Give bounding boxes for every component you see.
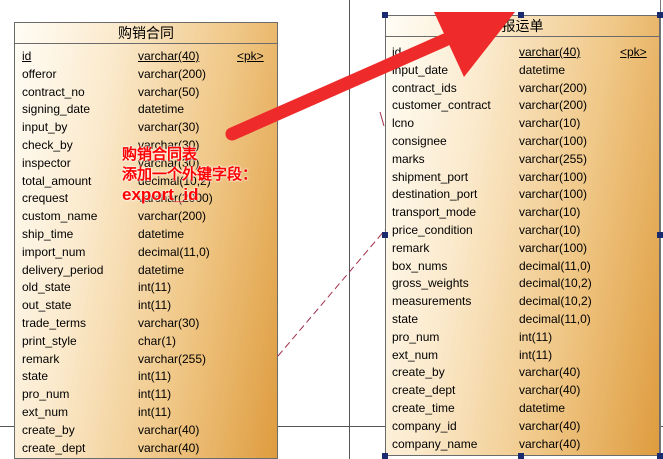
relationship-line[interactable]: [277, 229, 386, 357]
annotation-overlay: [225, 12, 515, 357]
annotation-line-1: 购销合同表: [122, 146, 198, 163]
annotation-line-3: export_id: [122, 185, 199, 204]
annotation-line-2: 添加一个外键字段：: [122, 166, 258, 183]
relationship-line-stub: [379, 111, 385, 127]
annotation-note: 购销合同表 添加一个外键字段： export_id: [122, 145, 257, 205]
diagram-canvas[interactable]: 购销合同 id varchar(40) <pk> offeror varchar(200…: [0, 0, 663, 459]
annotation-arrow-shaft: [225, 33, 452, 141]
